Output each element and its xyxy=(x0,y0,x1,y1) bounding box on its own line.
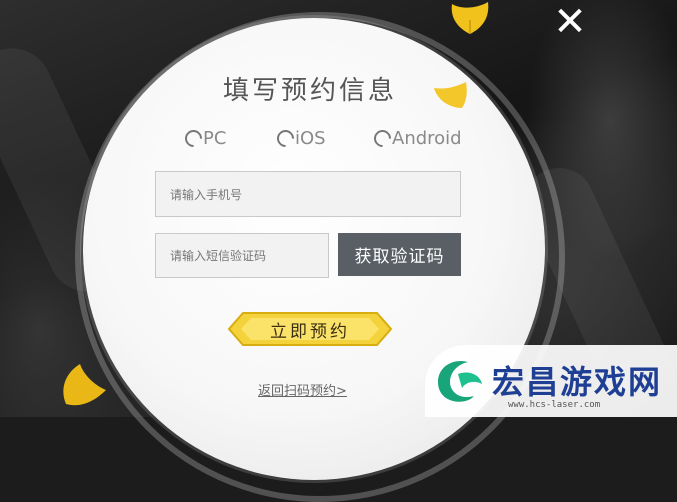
reserve-button[interactable]: 立即预约 xyxy=(225,309,395,349)
platform-option-android[interactable]: Android xyxy=(370,126,462,151)
sms-code-placeholder: 请输入短信验证码 xyxy=(170,249,267,263)
get-code-button[interactable]: 获取验证码 xyxy=(338,233,461,276)
sms-code-input[interactable]: 请输入短信验证码 xyxy=(155,233,329,278)
ginkgo-leaf-icon xyxy=(451,2,489,34)
phone-placeholder: 请输入手机号 xyxy=(170,187,243,202)
watermark-name: 宏昌游戏网 xyxy=(492,363,663,401)
platform-option-pc[interactable]: PC xyxy=(181,126,227,151)
platform-option-ios[interactable]: iOS xyxy=(273,126,326,151)
page-title: 填写预约信息 xyxy=(222,76,397,106)
reserve-label: 立即预约 xyxy=(270,321,350,342)
ginkgo-leaf-icon xyxy=(63,364,106,406)
phone-input[interactable]: 请输入手机号 xyxy=(155,171,461,217)
ginkgo-leaf-icon xyxy=(434,82,467,108)
radio-icon[interactable] xyxy=(181,126,206,151)
back-to-qr-link[interactable]: 返回扫码预约> xyxy=(258,380,347,399)
dragon-logo-icon xyxy=(438,360,482,402)
platform-label: iOS xyxy=(295,128,326,149)
close-icon[interactable]: ✕ xyxy=(550,2,590,42)
watermark-url: www.hcs-laser.com xyxy=(508,400,601,410)
radio-icon[interactable] xyxy=(273,126,298,151)
platform-label: PC xyxy=(203,128,227,149)
platform-label: Android xyxy=(392,128,462,149)
radio-icon[interactable] xyxy=(370,126,395,151)
